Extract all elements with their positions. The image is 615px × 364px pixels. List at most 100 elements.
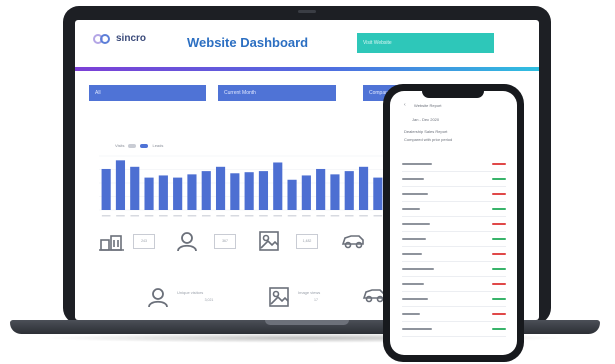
stat-value: 243	[133, 234, 155, 249]
stat-value: 17	[314, 298, 318, 302]
row-divider	[402, 186, 506, 187]
row-label	[402, 193, 428, 195]
stat-visitors: 367	[176, 230, 236, 252]
chart-bar[interactable]	[258, 171, 269, 210]
phone-report-row[interactable]	[402, 159, 506, 169]
row-value	[492, 178, 506, 180]
phone-app-title: Website Report	[414, 103, 442, 108]
brand-logo[interactable]: sincro	[93, 33, 146, 44]
chart-bar[interactable]	[215, 166, 226, 210]
chart-bar[interactable]	[330, 174, 340, 210]
row-label	[402, 283, 424, 285]
legend-leads-swatch[interactable]	[140, 143, 149, 148]
chart-bar[interactable]	[158, 175, 168, 210]
row-label	[402, 298, 428, 300]
phone-summary-2: Compared with prior period	[404, 137, 453, 142]
row-label	[402, 238, 426, 240]
page-title: Website Dashboard	[187, 35, 309, 50]
row-value	[492, 163, 506, 165]
row-value	[492, 238, 506, 240]
row-label	[402, 268, 434, 270]
webcam	[298, 10, 316, 13]
phone-report-row[interactable]	[402, 174, 506, 184]
stat-image-views: Image views 17	[268, 286, 320, 308]
x-tick-label	[216, 215, 225, 217]
chart-bar[interactable]	[201, 171, 211, 210]
filter-all[interactable]: All	[89, 85, 206, 101]
image-icon	[259, 231, 279, 251]
phone-report-row[interactable]	[402, 324, 506, 334]
chart-bar[interactable]	[358, 166, 369, 210]
chart-bar[interactable]	[287, 179, 297, 210]
phone-report-row[interactable]	[402, 219, 506, 229]
bar-chart	[99, 155, 389, 217]
chart-bar[interactable]	[101, 168, 111, 210]
row-divider	[402, 276, 506, 277]
row-value	[492, 253, 506, 255]
phone-report-row[interactable]	[402, 294, 506, 304]
chart-bar[interactable]	[301, 175, 311, 210]
car-icon	[341, 235, 364, 249]
stat-page-views: 1,482	[258, 230, 318, 252]
x-tick-label	[187, 215, 197, 217]
phone-screen: ‹ Website Report Jan - Dec 2020 Dealersh…	[390, 91, 517, 355]
row-value	[492, 283, 506, 285]
phone-report-row[interactable]	[402, 309, 506, 319]
row-divider	[402, 216, 506, 217]
chart-bar[interactable]	[344, 171, 354, 210]
x-tick-label	[244, 215, 254, 217]
stat-value: 367	[214, 234, 236, 249]
chart-bar[interactable]	[115, 160, 126, 210]
phone-report-row[interactable]	[402, 264, 506, 274]
phone-summary-1: Dealership Sales Report	[404, 129, 448, 134]
row-value	[492, 208, 506, 210]
phone-report-row[interactable]	[402, 204, 506, 214]
stat-unique-visitors: Unique visitors 3,021	[147, 286, 213, 308]
chart-bar[interactable]	[144, 177, 154, 210]
phone-report-row[interactable]	[402, 234, 506, 244]
x-tick-label	[273, 215, 283, 217]
chart-bar[interactable]	[373, 177, 383, 210]
x-tick-label	[230, 215, 240, 217]
chart-bar[interactable]	[273, 162, 283, 210]
phone-date-range: Jan - Dec 2020	[412, 117, 440, 122]
legend-leads-label: Leads	[152, 143, 164, 148]
user-icon	[177, 232, 197, 252]
phone-report-row[interactable]	[402, 249, 506, 259]
x-tick-label	[101, 215, 111, 217]
visit-website-button[interactable]: Visit Website	[357, 33, 494, 53]
row-label	[402, 253, 422, 255]
row-label	[402, 178, 424, 180]
stat-dealerships: 243	[99, 232, 155, 252]
legend-visits-swatch[interactable]	[128, 143, 137, 148]
x-tick-label	[302, 215, 311, 217]
row-divider	[402, 291, 506, 292]
x-tick-label	[201, 215, 211, 217]
chart-bar[interactable]	[230, 173, 240, 210]
chart-bar[interactable]	[173, 177, 183, 210]
back-icon[interactable]: ‹	[404, 102, 406, 108]
chart-bar[interactable]	[316, 168, 326, 210]
row-value	[492, 298, 506, 300]
x-tick-label	[316, 215, 325, 217]
x-tick-label	[159, 215, 168, 217]
x-tick-label	[144, 215, 154, 217]
filter-current-month[interactable]: Current Month	[218, 85, 336, 101]
row-label	[402, 223, 430, 225]
chart-bar[interactable]	[187, 174, 197, 210]
building-icon	[99, 235, 124, 251]
chart-legend: Visits Leads	[115, 143, 163, 148]
legend-visits-label: Visits	[115, 143, 125, 148]
stat-vehicle-views	[341, 232, 365, 250]
header-divider	[75, 67, 539, 71]
row-label	[402, 208, 420, 210]
phone-report-row[interactable]	[402, 189, 506, 199]
row-divider	[402, 261, 506, 262]
x-tick-label	[330, 215, 340, 217]
x-tick-label	[116, 215, 125, 217]
row-value	[492, 193, 506, 195]
chart-bar[interactable]	[244, 172, 254, 210]
stat-value: 3,021	[204, 298, 214, 302]
chart-bar[interactable]	[130, 166, 140, 210]
phone-report-row[interactable]	[402, 279, 506, 289]
